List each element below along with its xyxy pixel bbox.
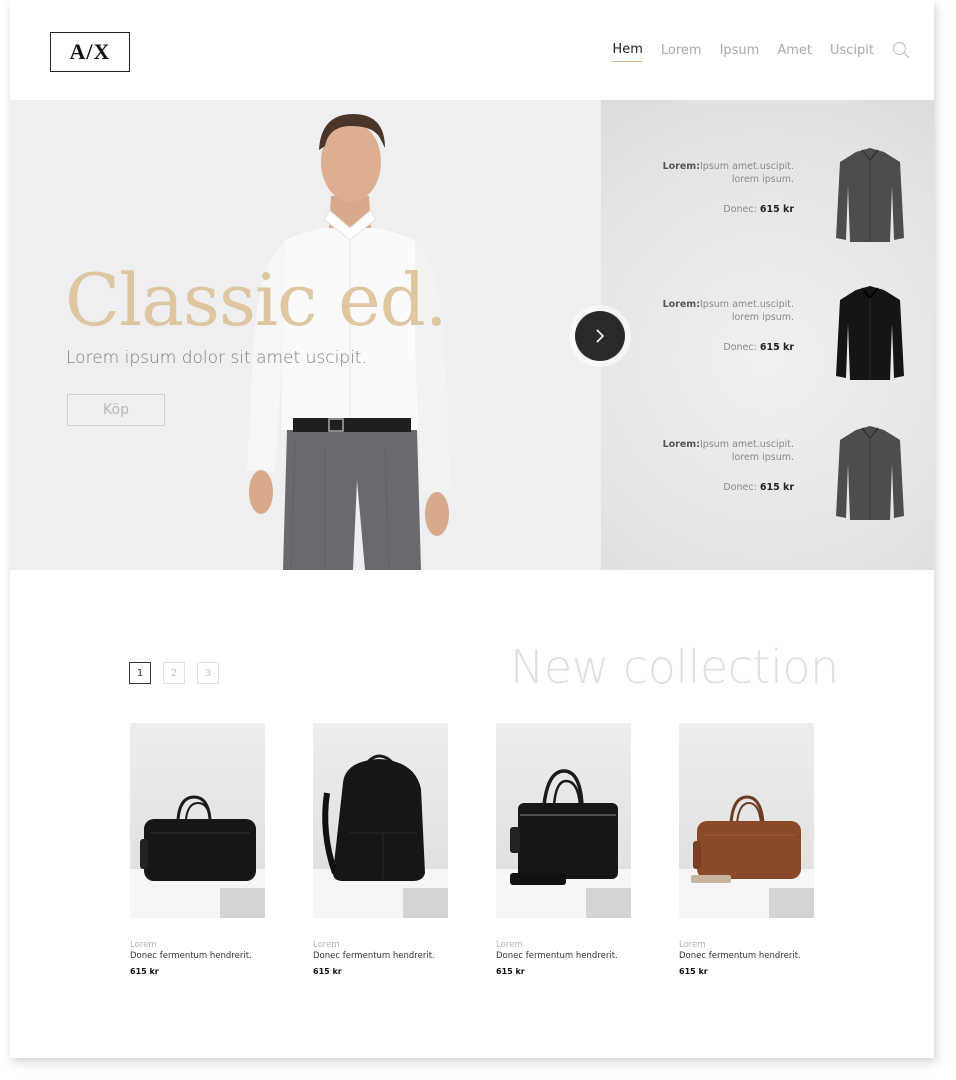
product-price: 615 kr <box>679 967 708 976</box>
product-description: Donec fermentum hendrerit. <box>679 951 801 961</box>
nav-item-uscipit[interactable]: Uscipit <box>830 43 874 62</box>
collection-title: New collection <box>510 640 839 694</box>
search-icon-graphic <box>892 41 910 59</box>
shirt-image <box>836 286 904 380</box>
product-price: 615 kr <box>130 967 159 976</box>
nav-item-amet[interactable]: Amet <box>777 43 812 62</box>
product-card[interactable]: Lorem Donec fermentum hendrerit. 615 kr <box>313 723 448 976</box>
page-button[interactable]: 3 <box>197 662 219 684</box>
featured-product[interactable]: Lorem:Ipsum amet.uscipit. lorem ipsum. Do… <box>620 426 920 528</box>
buy-button[interactable]: Köp <box>67 394 165 426</box>
nav-item-hem[interactable]: Hem <box>612 42 643 62</box>
hero-title: Classic ed. <box>65 258 448 342</box>
product-price: Donec: 615 kr <box>723 204 794 215</box>
product-description: Donec fermentum hendrerit. <box>313 951 435 961</box>
product-description: Donec fermentum hendrerit. <box>496 951 618 961</box>
product-info: Lorem:Ipsum amet.uscipit. lorem ipsum. <box>662 299 794 323</box>
product-card[interactable]: Lorem Donec fermentum hendrerit. 615 kr <box>679 723 814 976</box>
hero-subtitle: Lorem ipsum dolor sit amet uscipit. <box>66 348 367 368</box>
product-price: Donec: 615 kr <box>723 482 794 493</box>
product-card[interactable]: Lorem Donec fermentum hendrerit. 615 kr <box>130 723 265 976</box>
product-price: 615 kr <box>313 967 342 976</box>
page-button[interactable]: 1 <box>129 662 151 684</box>
product-image <box>496 723 631 918</box>
featured-product[interactable]: Lorem:Ipsum amet.uscipit. lorem ipsum. Do… <box>620 286 920 388</box>
product-image <box>313 723 448 918</box>
product-image <box>679 723 814 918</box>
main-nav: Hem Lorem Ipsum Amet Uscipit <box>612 41 910 62</box>
product-price: 615 kr <box>496 967 525 976</box>
nav-item-lorem[interactable]: Lorem <box>661 43 702 62</box>
product-info: Lorem:Ipsum amet.uscipit. lorem ipsum. <box>662 161 794 185</box>
product-price: Donec: 615 kr <box>723 342 794 353</box>
shirt-image <box>836 148 904 242</box>
shirt-image <box>836 426 904 520</box>
brand-logo[interactable]: A/X <box>50 32 130 72</box>
product-category: Lorem <box>130 940 157 950</box>
product-info: Lorem:Ipsum amet.uscipit. lorem ipsum. <box>662 439 794 463</box>
nav-item-ipsum[interactable]: Ipsum <box>720 43 760 62</box>
product-description: Donec fermentum hendrerit. <box>130 951 252 961</box>
product-category: Lorem <box>313 940 340 950</box>
hero-banner: Classic ed. Lorem ipsum dolor sit amet u… <box>10 100 934 570</box>
page: A/X Hem Lorem Ipsum Amet Uscipit Classic… <box>10 0 934 1058</box>
pagination: 1 2 3 <box>129 662 219 684</box>
product-card[interactable]: Lorem Donec fermentum hendrerit. 615 kr <box>496 723 631 976</box>
page-button[interactable]: 2 <box>163 662 185 684</box>
chevron-right-icon <box>596 329 605 343</box>
product-category: Lorem <box>496 940 523 950</box>
featured-product[interactable]: Lorem:Ipsum amet.uscipit. lorem ipsum. Do… <box>620 148 920 250</box>
product-category: Lorem <box>679 940 706 950</box>
next-slide-button[interactable] <box>575 311 625 361</box>
product-image <box>130 723 265 918</box>
search-icon[interactable] <box>892 41 910 59</box>
